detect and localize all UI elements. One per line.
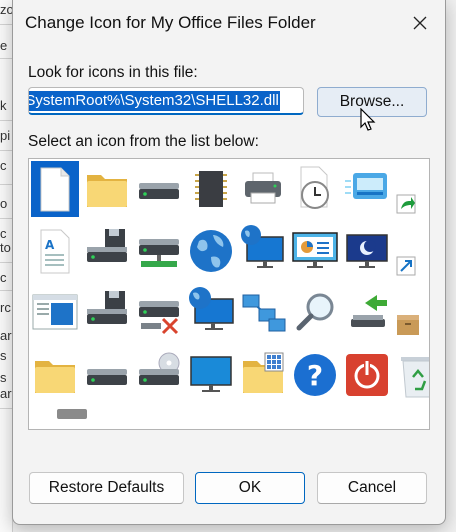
svg-text:?: ? (307, 359, 323, 392)
background-text: ar (0, 328, 12, 343)
shortcut-arrow-icon[interactable] (395, 161, 429, 217)
printer-icon[interactable] (239, 161, 287, 217)
power-button-icon[interactable] (343, 347, 391, 403)
background-divider (0, 24, 12, 25)
select-icon-label: Select an icon from the list below: (28, 133, 259, 150)
drive-icon[interactable] (135, 161, 183, 217)
background-text: c (0, 270, 7, 285)
cancel-button[interactable]: Cancel (317, 472, 427, 504)
background-divider (0, 290, 12, 291)
background-text: o (0, 196, 8, 211)
horizontal-scrollbar-thumb[interactable] (57, 409, 87, 419)
restore-defaults-button[interactable]: Restore Defaults (29, 472, 184, 504)
sleep-monitor-icon[interactable] (343, 223, 391, 279)
help-question-icon[interactable]: ? (291, 347, 339, 403)
empty-folder-icon[interactable] (31, 347, 79, 403)
link-arrow-icon[interactable] (395, 223, 429, 279)
memory-chip-icon[interactable] (187, 161, 235, 217)
background-text: c (0, 226, 7, 241)
globe-desktop-icon[interactable] (187, 285, 235, 341)
blank-document-icon[interactable] (31, 161, 79, 217)
globe-monitor-icon[interactable] (239, 223, 287, 279)
picture-folder-icon[interactable] (239, 347, 287, 403)
floppy-disk-drive-icon[interactable] (83, 285, 131, 341)
background-text: zo (0, 2, 12, 17)
magnifier-icon[interactable] (291, 285, 339, 341)
background-text: c (0, 158, 7, 173)
install-arrow-icon[interactable] (343, 285, 391, 341)
background-divider (0, 58, 12, 59)
network-drive-icon[interactable] (135, 223, 183, 279)
window-program-icon[interactable] (343, 161, 391, 217)
clock-document-icon[interactable] (291, 161, 339, 217)
background-text: pi (0, 128, 11, 143)
desktop-monitor-icon[interactable] (187, 347, 235, 403)
background-divider (0, 218, 12, 219)
icon-file-path-input[interactable]: %SystemRoot%\System32\SHELL32.dll (28, 87, 304, 115)
dialog-title: Change Icon for My Office Files Folder (25, 13, 316, 32)
network-computers-icon[interactable] (239, 285, 287, 341)
svg-text:A: A (45, 238, 55, 252)
ok-button[interactable]: OK (195, 472, 305, 504)
title-bar: Change Icon for My Office Files Folder (13, 0, 445, 46)
background-divider (0, 408, 12, 409)
background-text: to (0, 240, 11, 255)
background-divider (0, 150, 12, 151)
globe-icon[interactable] (187, 223, 235, 279)
recycle-bin-icon[interactable] (395, 347, 429, 403)
change-icon-dialog: Change Icon for My Office Files Folder L… (12, 0, 446, 525)
background-text: s (0, 348, 7, 363)
hard-drive-icon[interactable] (83, 347, 131, 403)
background-divider (0, 184, 12, 185)
background-text: ar (0, 386, 12, 401)
background-text: s (0, 370, 7, 385)
close-button[interactable] (403, 6, 437, 40)
application-window-icon[interactable] (31, 285, 79, 341)
background-text: e (0, 38, 8, 53)
presentation-monitor-icon[interactable] (291, 223, 339, 279)
disconnected-drive-icon[interactable] (135, 285, 183, 341)
box-icon[interactable] (395, 285, 429, 341)
background-divider (0, 262, 12, 263)
folder-icon[interactable] (83, 161, 131, 217)
icon-list[interactable]: A ? (28, 158, 430, 430)
background-divider (0, 120, 12, 121)
icon-file-path-value: %SystemRoot%\System32\SHELL32.dll (29, 91, 280, 111)
background-text: k (0, 98, 7, 113)
text-document-icon[interactable]: A (31, 223, 79, 279)
close-icon (413, 16, 427, 30)
background-text: rc (0, 300, 11, 315)
mouse-pointer-icon (360, 108, 376, 131)
floppy-drive-icon[interactable] (83, 223, 131, 279)
look-for-icons-label: Look for icons in this file: (28, 64, 198, 81)
cd-drive-icon[interactable] (135, 347, 183, 403)
